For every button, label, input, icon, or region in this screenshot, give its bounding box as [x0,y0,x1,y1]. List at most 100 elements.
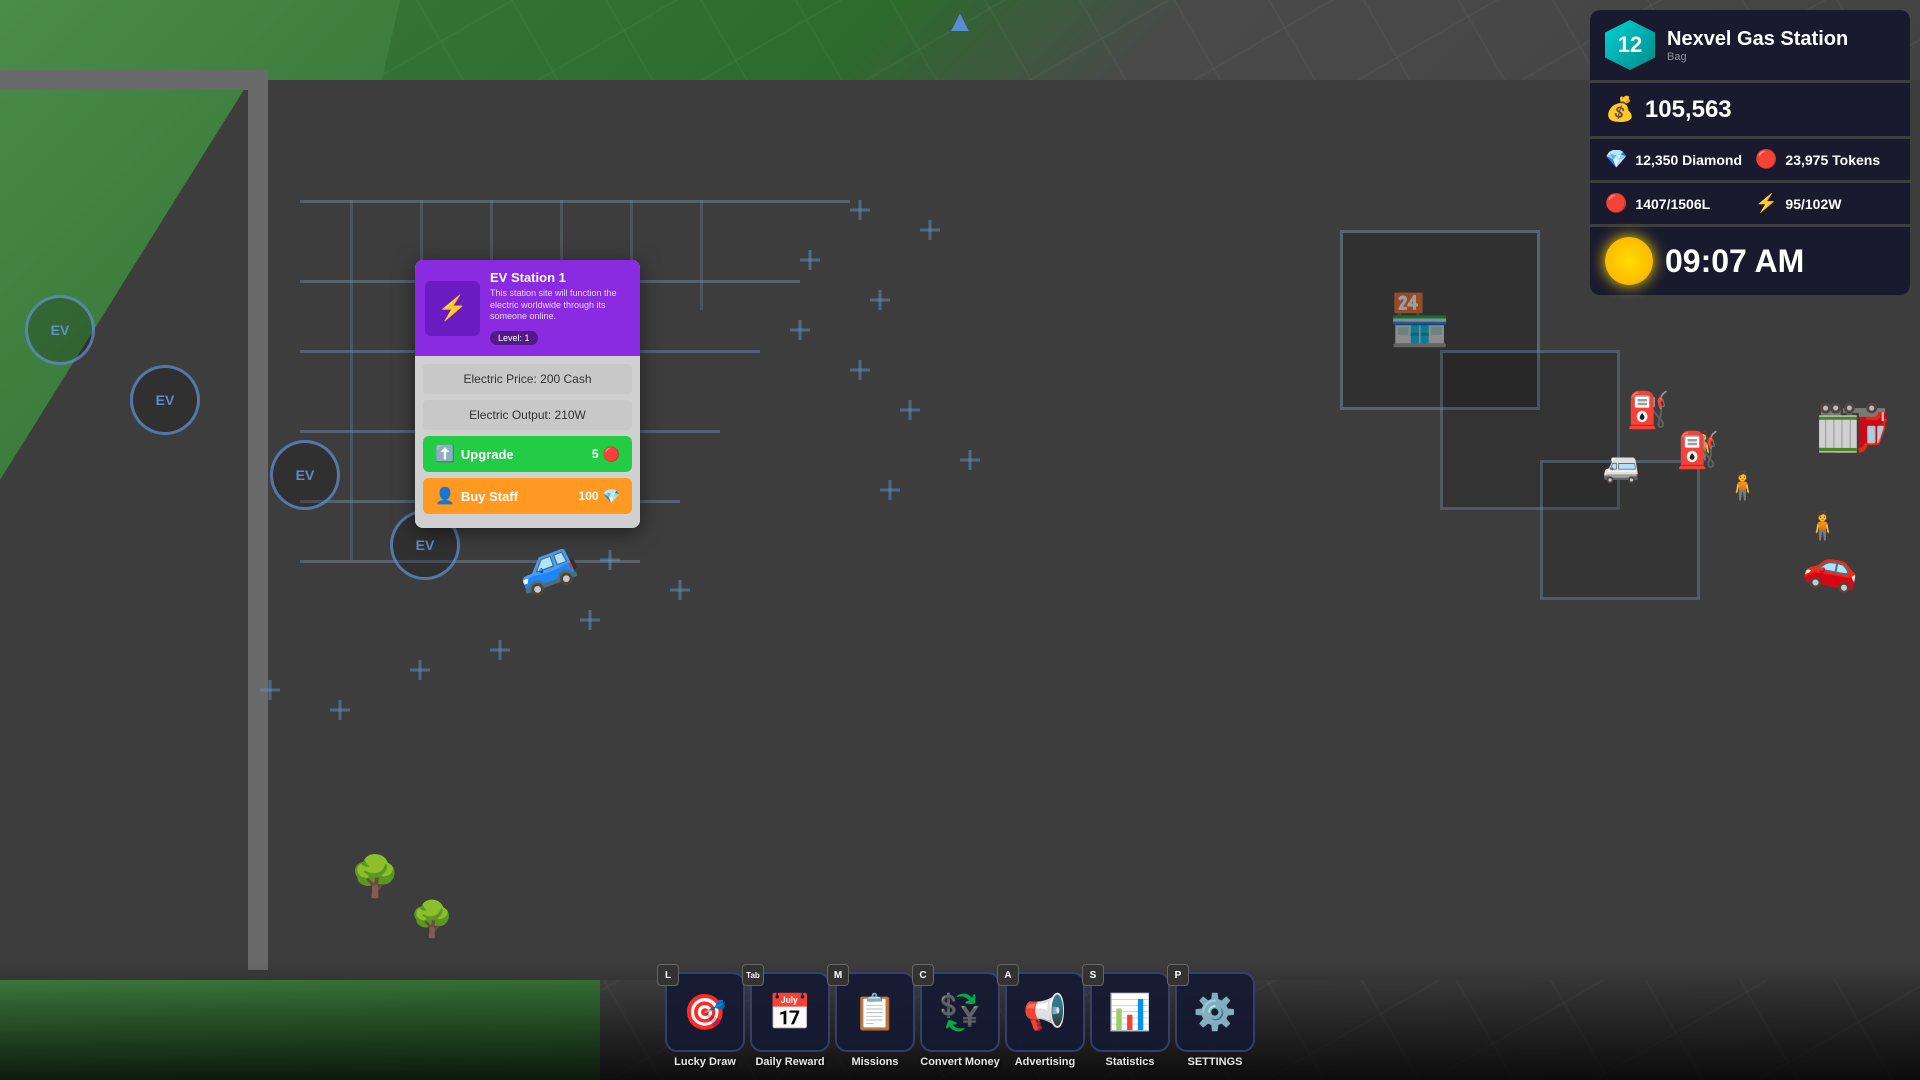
hud-cash-row: 💰 105,563 [1590,83,1910,136]
hud-resources-row: 💎 12,350 Diamond 🔴 23,975 Tokens [1590,139,1910,180]
cross-8 [960,450,980,470]
sidewalk-top [0,70,250,90]
statistics-icon: 📊 [1108,992,1152,1033]
cross-16 [260,680,280,700]
convert-money-label: Convert Money [920,1056,999,1068]
upgrade-button[interactable]: ⬆️ Upgrade 5 🔴 [423,436,632,472]
key-badge-p: P [1167,964,1189,986]
level-badge: Level: 1 [490,331,538,345]
hud-sub: Bag [1667,51,1848,63]
toolbar-daily-reward[interactable]: Tab 📅 Daily Reward [750,972,830,1068]
station-info: Nexvel Gas Station Bag [1667,28,1848,63]
ev-marker-2: EV [130,365,200,435]
hud-fuel-energy-row: 🔴 1407/1506L ⚡ 95/102W [1590,183,1910,224]
key-badge-l: L [657,964,679,986]
upgrade-cost-value: 5 [592,447,599,461]
cash-amount: 105,563 [1645,96,1732,124]
token-icon: 🔴 [603,446,620,463]
daily-reward-icon: 📅 [768,992,812,1033]
station-name: Nexvel Gas Station [1667,28,1848,51]
key-badge-s: S [1082,964,1104,986]
top-hud: 12 Nexvel Gas Station Bag 💰 105,563 💎 12… [1590,10,1910,295]
popup-icon: ⚡ [425,281,480,336]
buy-staff-label: Buy Staff [461,489,518,504]
toolbar-missions[interactable]: M 📋 Missions [835,972,915,1068]
diamond-item: 💎 12,350 Diamond [1605,149,1745,170]
time-display: 09:07 AM [1665,243,1804,280]
cross-6 [920,220,940,240]
nav-arrow: ▲ [945,5,975,39]
cash-icon: 💰 [1605,95,1635,124]
parking-line-6 [300,560,640,563]
cross-1 [800,250,820,270]
white-car: 🚐 [1603,450,1640,485]
fuel-item: 🔴 1407/1506L [1605,193,1745,214]
advertising-label: Advertising [1015,1056,1076,1068]
toolbar-lucky-draw[interactable]: L 🎯 Lucky Draw [665,972,745,1068]
diamond-icon: 💎 [603,488,620,505]
upgrade-cost: 5 🔴 [592,446,620,463]
upgrade-icon: ⬆️ [435,444,455,464]
convert-money-icon: 💱 [938,992,982,1033]
level-badge-hud: 12 [1605,20,1655,70]
cross-2 [870,290,890,310]
yellow-car: 🚗 [1800,536,1864,598]
fuel-value: 1407/1506L [1635,196,1710,212]
character-2: 🧍 [1725,470,1760,503]
v-line-1 [350,200,353,560]
staff-cost-value: 100 [579,489,599,503]
tree-1: 🌳 [350,853,400,900]
toolbar-statistics[interactable]: S 📊 Statistics [1090,972,1170,1068]
hud-header: 12 Nexvel Gas Station Bag [1590,10,1910,80]
key-badge-tab: Tab [742,964,764,986]
staff-cost: 100 💎 [579,488,620,505]
staff-icon: 👤 [435,486,455,506]
key-badge-a: A [997,964,1019,986]
parking-line-1 [300,200,850,203]
energy-item: ⚡ 95/102W [1755,193,1895,214]
gas-pump-2: ⛽ [1676,430,1720,471]
cross-5 [850,200,870,220]
character-3: 🧍 [1805,510,1840,543]
missions-label: Missions [851,1056,898,1068]
settings-label: SETTINGS [1187,1056,1242,1068]
toolbar-convert-money[interactable]: C 💱 Convert Money [920,972,1000,1068]
token-value: 23,975 Tokens [1785,152,1880,168]
buy-staff-button[interactable]: 👤 Buy Staff 100 💎 [423,478,632,514]
electric-price-row: Electric Price: 200 Cash [423,364,632,394]
cross-3 [790,320,810,340]
sun-icon [1605,237,1653,285]
diamond-value: 12,350 Diamond [1635,152,1742,168]
bottom-toolbar: L 🎯 Lucky Draw Tab 📅 Daily Reward M 📋 Mi… [0,960,1920,1080]
ev-marker-1: EV [25,295,95,365]
toolbar-settings[interactable]: P ⚙️ SETTINGS [1175,972,1255,1068]
popup-title: EV Station 1 [490,270,630,285]
energy-hud-icon: ⚡ [1755,193,1777,214]
popup-body: Electric Price: 200 Cash Electric Output… [415,356,640,528]
cross-12 [580,610,600,630]
ev-marker-3: EV [270,440,340,510]
key-badge-m: M [827,964,849,986]
cross-13 [490,640,510,660]
cross-9 [880,480,900,500]
cross-4 [850,360,870,380]
diamond-hud-icon: 💎 [1605,149,1627,170]
upgrade-btn-left: ⬆️ Upgrade [435,444,514,464]
toolbar-advertising[interactable]: A 📢 Advertising [1005,972,1085,1068]
popup-header: ⚡ EV Station 1 This station site will fu… [415,260,640,356]
lucky-draw-label: Lucky Draw [674,1056,736,1068]
buy-staff-btn-left: 👤 Buy Staff [435,486,518,506]
cross-14 [410,660,430,680]
electric-output-row: Electric Output: 210W [423,400,632,430]
popup-description: This station site will function the elec… [490,288,630,323]
statistics-label: Statistics [1106,1056,1155,1068]
fuel-hud-icon: 🔴 [1605,193,1627,214]
v-line-6 [700,200,703,310]
advertising-icon: 📢 [1023,992,1067,1033]
energy-value: 95/102W [1785,196,1841,212]
sidewalk-left [248,70,268,970]
key-badge-c: C [912,964,934,986]
daily-reward-label: Daily Reward [755,1056,824,1068]
lucky-draw-icon: 🎯 [683,992,727,1033]
cross-7 [900,400,920,420]
